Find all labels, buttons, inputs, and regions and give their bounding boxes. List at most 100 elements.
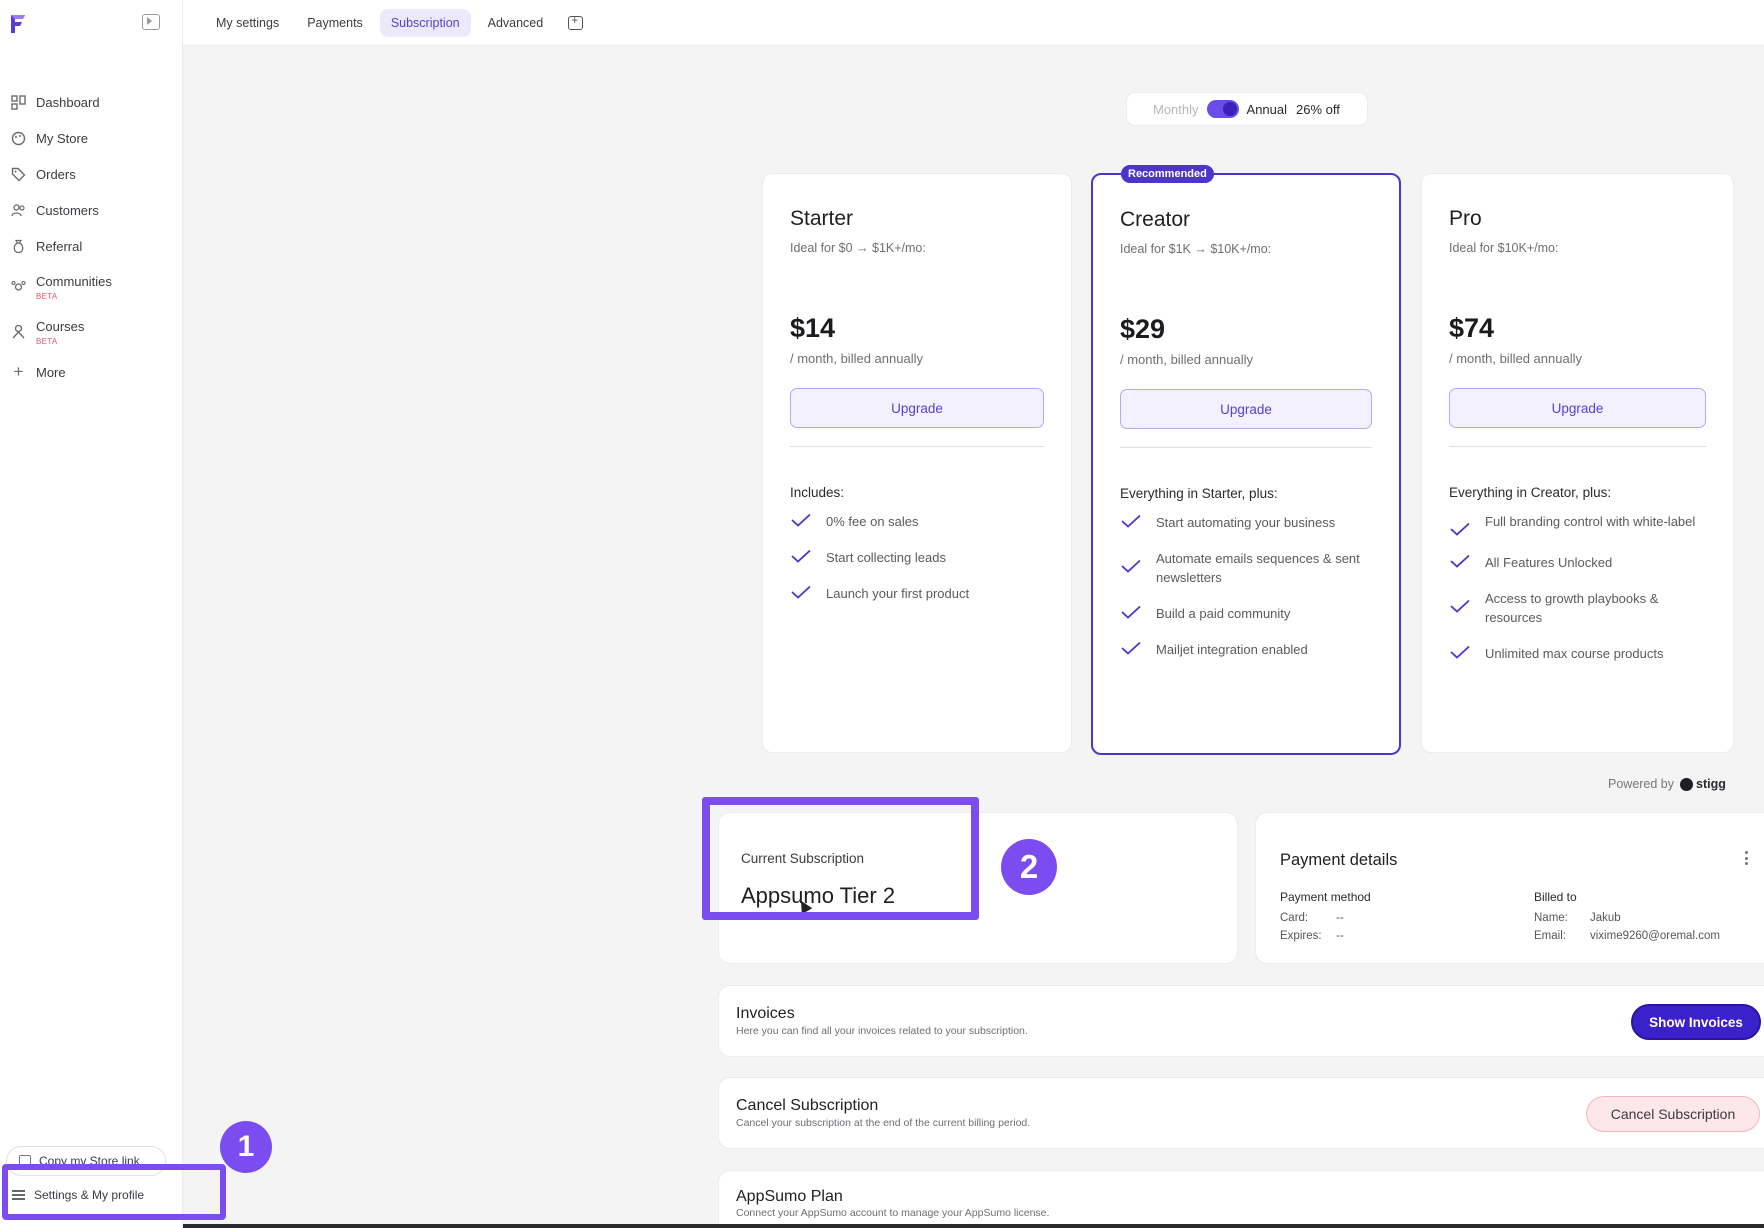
- check-icon: [1121, 605, 1141, 619]
- check-icon: [1450, 554, 1470, 568]
- plan-ideal-range: Ideal for $1K → $10K+/mo:: [1120, 242, 1272, 256]
- sidebar-item-more[interactable]: + More: [0, 354, 183, 390]
- feature-item: All Features Unlocked: [1449, 553, 1706, 572]
- plan-price: $74: [1449, 313, 1495, 343]
- sidebar-item-label: Orders: [36, 166, 76, 182]
- sidebar-item-referral[interactable]: Referral: [0, 228, 183, 264]
- expires-label: Expires:: [1280, 930, 1322, 942]
- feature-text: Start collecting leads: [826, 550, 946, 565]
- plan-billing-note: / month, billed annually: [1449, 351, 1582, 366]
- feature-text: 0% fee on sales: [826, 514, 919, 529]
- store-icon: [10, 130, 27, 147]
- plan-card-starter: Starter Ideal for $0 → $1K+/mo: $14 / mo…: [762, 173, 1072, 753]
- tab-payments[interactable]: Payments: [296, 9, 374, 37]
- feature-item: Build a paid community: [1120, 604, 1372, 623]
- annual-discount-label: 26% off: [1296, 101, 1340, 117]
- divider: [790, 446, 1044, 447]
- includes-title: Includes:: [790, 485, 845, 500]
- check-icon: [1121, 641, 1141, 655]
- check-icon: [1121, 514, 1141, 528]
- feature-item: 0% fee on sales: [790, 512, 1044, 531]
- appsumo-plan-description: Connect your AppSumo account to manage y…: [736, 1207, 1050, 1219]
- tab-subscription[interactable]: Subscription: [379, 8, 471, 37]
- billing-switch[interactable]: [1206, 100, 1239, 118]
- invoices-description: Here you can find all your invoices rela…: [736, 1025, 1028, 1037]
- payment-details-title: Payment details: [1280, 851, 1398, 869]
- money-bag-icon: [10, 238, 27, 255]
- recommended-badge: Recommended: [1121, 165, 1214, 183]
- feature-text: Mailjet integration enabled: [1156, 642, 1308, 657]
- billing-period-toggle: Monthly Annual 26% off: [1126, 92, 1368, 126]
- courses-icon: [10, 323, 27, 340]
- collapse-sidebar-icon[interactable]: [142, 14, 160, 30]
- community-icon: [10, 278, 27, 295]
- plan-ideal-range: Ideal for $10K+/mo:: [1449, 241, 1559, 255]
- stigg-logo: stigg: [1680, 777, 1726, 791]
- check-icon: [1450, 522, 1470, 536]
- app-logo-icon[interactable]: [8, 12, 28, 36]
- plan-price: $29: [1120, 314, 1166, 344]
- show-invoices-button[interactable]: Show Invoices: [1631, 1004, 1761, 1040]
- upgrade-button-pro[interactable]: Upgrade: [1449, 388, 1706, 428]
- feature-text: Start automating your business: [1156, 515, 1336, 530]
- powered-by-stigg: Powered by stigg: [1608, 777, 1726, 791]
- plus-icon: +: [13, 362, 24, 381]
- sidebar-item-label: My Store: [36, 130, 89, 146]
- appsumo-plan-panel: AppSumo Plan Connect your AppSumo accoun…: [718, 1170, 1764, 1228]
- plan-billing-note: / month, billed annually: [1120, 352, 1253, 367]
- sidebar-item-my-store[interactable]: My Store: [0, 120, 183, 156]
- feature-item: Start collecting leads: [790, 548, 1044, 567]
- feature-text: Launch your first product: [826, 586, 970, 601]
- feature-list: Start automating your business Automate …: [1120, 513, 1372, 659]
- more-options-icon[interactable]: [1745, 851, 1748, 865]
- feature-text: Build a paid community: [1156, 606, 1291, 621]
- payment-details-panel: Payment details Payment method Card: -- E…: [1255, 812, 1764, 964]
- feature-list: 0% fee on sales Start collecting leads L…: [790, 512, 1044, 603]
- sidebar-item-label: Customers: [36, 202, 99, 218]
- invoices-panel: Invoices Here you can find all your invo…: [718, 985, 1764, 1057]
- email-value: vixime9260@oremal.com: [1590, 930, 1720, 942]
- payment-method-title: Payment method: [1280, 890, 1371, 904]
- add-tab-icon[interactable]: [568, 13, 584, 30]
- annotation-step-2-badge: 2: [1001, 839, 1057, 895]
- sidebar-item-orders[interactable]: Orders: [0, 156, 183, 192]
- sidebar-item-label: More: [36, 364, 66, 380]
- includes-title: Everything in Starter, plus:: [1120, 486, 1278, 501]
- includes-title: Everything in Creator, plus:: [1449, 485, 1612, 500]
- check-icon: [1450, 645, 1470, 659]
- cancel-subscription-button[interactable]: Cancel Subscription: [1586, 1096, 1760, 1132]
- card-label: Card:: [1280, 912, 1309, 924]
- sidebar-item-customers[interactable]: Customers: [0, 192, 183, 228]
- annual-label[interactable]: Annual: [1247, 102, 1287, 117]
- feature-text: All Features Unlocked: [1485, 555, 1613, 570]
- divider: [1120, 447, 1372, 448]
- sidebar-item-communities[interactable]: Communities BETA: [0, 264, 183, 309]
- plan-name: Creator: [1120, 208, 1191, 231]
- tab-advanced[interactable]: Advanced: [477, 9, 555, 37]
- check-icon: [791, 513, 811, 527]
- users-icon: [10, 202, 27, 219]
- check-icon: [791, 549, 811, 563]
- sidebar-item-courses[interactable]: Courses BETA: [0, 309, 183, 354]
- email-label: Email:: [1534, 930, 1566, 942]
- feature-list: Full branding control with white-label A…: [1449, 512, 1706, 663]
- cancel-subscription-panel: Cancel Subscription Cancel your subscrip…: [718, 1077, 1764, 1149]
- card-row: Card: --: [1280, 912, 1344, 924]
- sidebar-item-dashboard[interactable]: Dashboard: [0, 84, 183, 120]
- feature-item: Full branding control with white-label: [1449, 512, 1706, 536]
- name-value: Jakub: [1590, 912, 1621, 924]
- upgrade-button-starter[interactable]: Upgrade: [790, 388, 1044, 428]
- cancel-subscription-description: Cancel your subscription at the end of t…: [736, 1117, 1031, 1129]
- monthly-label[interactable]: Monthly: [1153, 102, 1199, 117]
- tab-my-settings[interactable]: My settings: [205, 9, 290, 37]
- plan-price: $14: [790, 313, 836, 343]
- cancel-subscription-title: Cancel Subscription: [736, 1097, 879, 1114]
- beta-badge: BETA: [36, 336, 58, 346]
- powered-by-label: Powered by: [1608, 777, 1675, 791]
- billing-name-row: Name: Jakub: [1534, 912, 1621, 924]
- sidebar-item-label: Referral: [36, 238, 83, 254]
- upgrade-button-creator[interactable]: Upgrade: [1120, 389, 1372, 429]
- billing-email-row: Email: vixime9260@oremal.com: [1534, 930, 1720, 942]
- plan-name: Starter: [790, 207, 854, 230]
- annotation-highlight-current-subscription: [702, 797, 979, 920]
